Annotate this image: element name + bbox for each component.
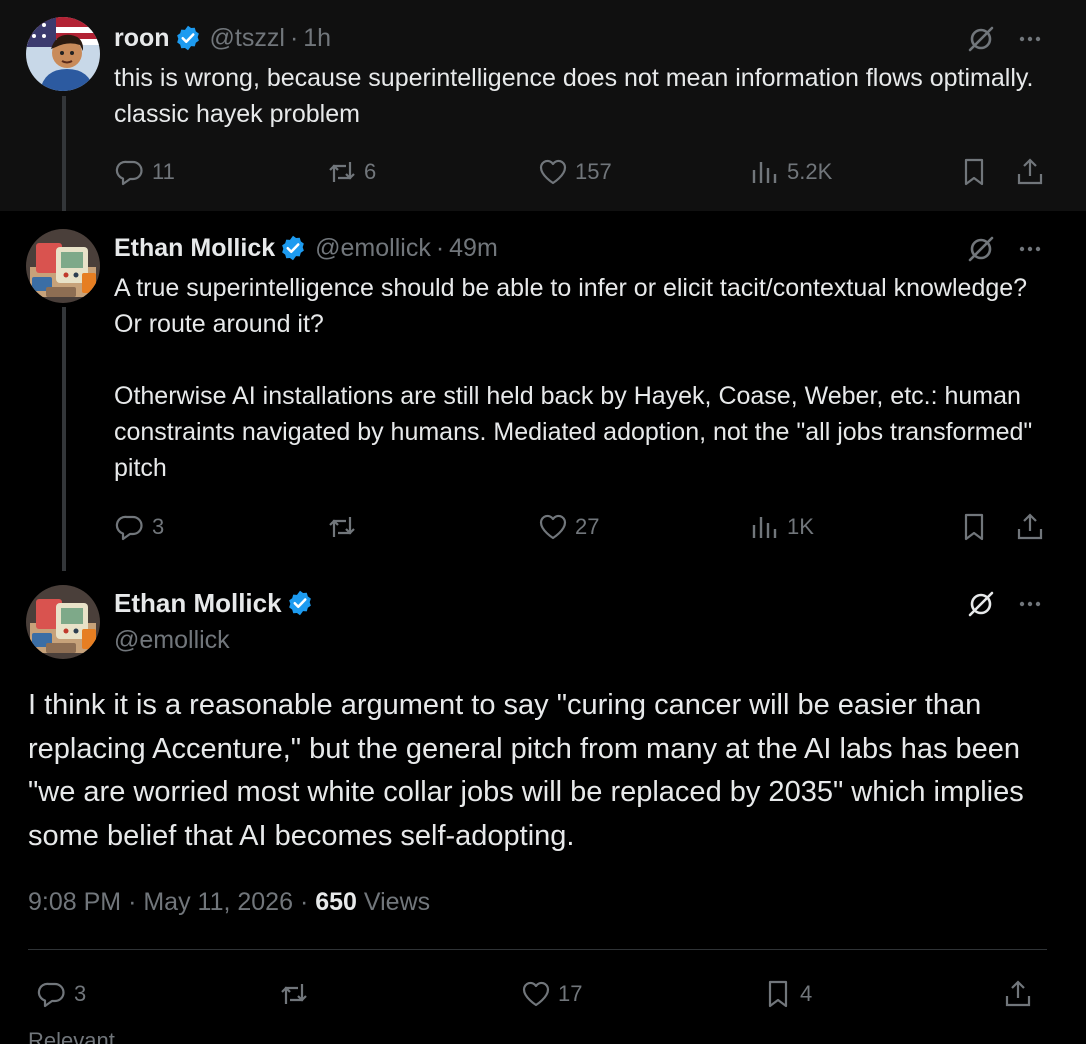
post-time[interactable]: 9:08 PM [28,888,121,916]
bookmark-icon [964,158,984,186]
avatar-emollick[interactable] [26,585,100,659]
author-handle[interactable]: @emollick [315,233,431,263]
share-button[interactable] [1014,156,1046,188]
author-handle[interactable]: @emollick [114,624,230,656]
verified-badge-icon [286,589,314,617]
separator-dot: · [289,24,299,52]
views-button[interactable]: 1K [749,511,814,543]
repost-button[interactable] [326,511,364,543]
bookmark-icon [964,513,984,541]
grok-icon[interactable] [965,233,997,265]
separator-dot: · [299,888,309,916]
author-name[interactable]: Ethan Mollick [114,233,275,263]
reply-button[interactable]: 11 [114,156,175,188]
heart-icon [539,514,567,540]
repost-button[interactable] [278,978,316,1010]
tweet-emollick-reply[interactable]: Ethan Mollick @emollick · 49m A true sup… [0,211,1086,577]
reply-count: 3 [74,981,87,1006]
repost-button[interactable]: 6 [326,156,376,188]
avatar-roon[interactable] [26,17,100,91]
thread-line [62,96,66,211]
cut-off-text: Relevant [28,1032,138,1044]
verified-badge-icon [174,24,202,52]
verified-badge-icon [279,234,307,262]
repost-icon [329,162,355,182]
cut-off-section-label: Relevant [28,1032,138,1044]
more-icon[interactable] [1014,23,1046,55]
separator-dot: · [128,888,137,916]
bookmark-button[interactable] [958,511,990,543]
views-count: 1K [787,514,814,539]
reply-count: 11 [152,159,175,184]
share-button[interactable] [1014,511,1046,543]
views-icon [752,162,777,183]
more-icon[interactable] [1014,233,1046,265]
tweet-paragraph: this is wrong, because superintelligence… [114,64,1034,128]
tweet-paragraph: A true superintelligence should be able … [114,274,1028,338]
repost-count: 6 [364,159,377,184]
more-icon[interactable] [1014,588,1046,620]
heart-icon [539,159,567,185]
views-count: 5.2K [787,159,833,184]
author-name[interactable]: Ethan Mollick [114,587,282,619]
like-button[interactable]: 157 [537,156,612,188]
views-count: 650 [315,888,357,916]
reply-icon [37,982,65,1008]
grok-icon[interactable] [965,23,997,55]
like-count: 27 [575,514,600,539]
main-tweet-text: I think it is a reasonable argument to s… [28,689,1024,852]
bookmark-icon [768,980,788,1008]
like-count: 157 [575,159,612,184]
share-icon [1005,980,1031,1007]
thread-line [62,307,66,577]
timestamp[interactable]: 49m [449,233,498,263]
bookmark-button[interactable]: 4 [762,978,812,1010]
tweet-roon[interactable]: roon @tszzl · 1h this is wrong, because … [0,0,1086,211]
grok-icon[interactable] [965,588,997,620]
reply-icon [115,515,143,541]
share-icon [1017,513,1043,540]
avatar-emollick-image [26,585,100,659]
post-date[interactable]: May 11, 2026 [143,888,293,916]
avatar-emollick[interactable] [26,229,100,303]
tweet-meta: 9:08 PM · May 11, 2026 · 650 Views [28,886,430,918]
reply-button[interactable]: 3 [36,978,86,1010]
avatar-roon-image [26,17,100,91]
tweet-header: roon @tszzl · 1h [114,23,331,53]
avatar-emollick-image [26,229,100,303]
tweet-text: this is wrong, because superintelligence… [114,60,1044,132]
views-button[interactable]: 5.2K [749,156,832,188]
share-icon [1017,158,1043,185]
tweet-text: A true superintelligence should be able … [114,270,1044,486]
views-icon [752,517,777,538]
timestamp[interactable]: 1h [303,23,331,53]
like-button[interactable]: 27 [537,511,599,543]
views-label: Views [363,888,431,916]
share-button[interactable] [1002,978,1034,1010]
divider [28,949,1047,950]
repost-icon [329,517,355,537]
heart-icon [522,981,550,1007]
like-button[interactable]: 17 [520,978,582,1010]
author-handle[interactable]: @tszzl [210,23,285,53]
main-author-name-row: Ethan Mollick [114,587,314,619]
separator-dot: · [435,234,445,262]
tweet-paragraph: Otherwise AI installations are still hel… [114,382,1033,482]
bookmark-button[interactable] [958,156,990,188]
tweet-header: Ethan Mollick @emollick · 49m [114,233,498,263]
author-name[interactable]: roon [114,23,170,53]
like-count: 17 [558,981,583,1006]
reply-button[interactable]: 3 [114,511,164,543]
repost-icon [281,984,307,1004]
reply-icon [115,160,143,186]
reply-count: 3 [152,514,165,539]
bookmark-count: 4 [800,981,813,1006]
